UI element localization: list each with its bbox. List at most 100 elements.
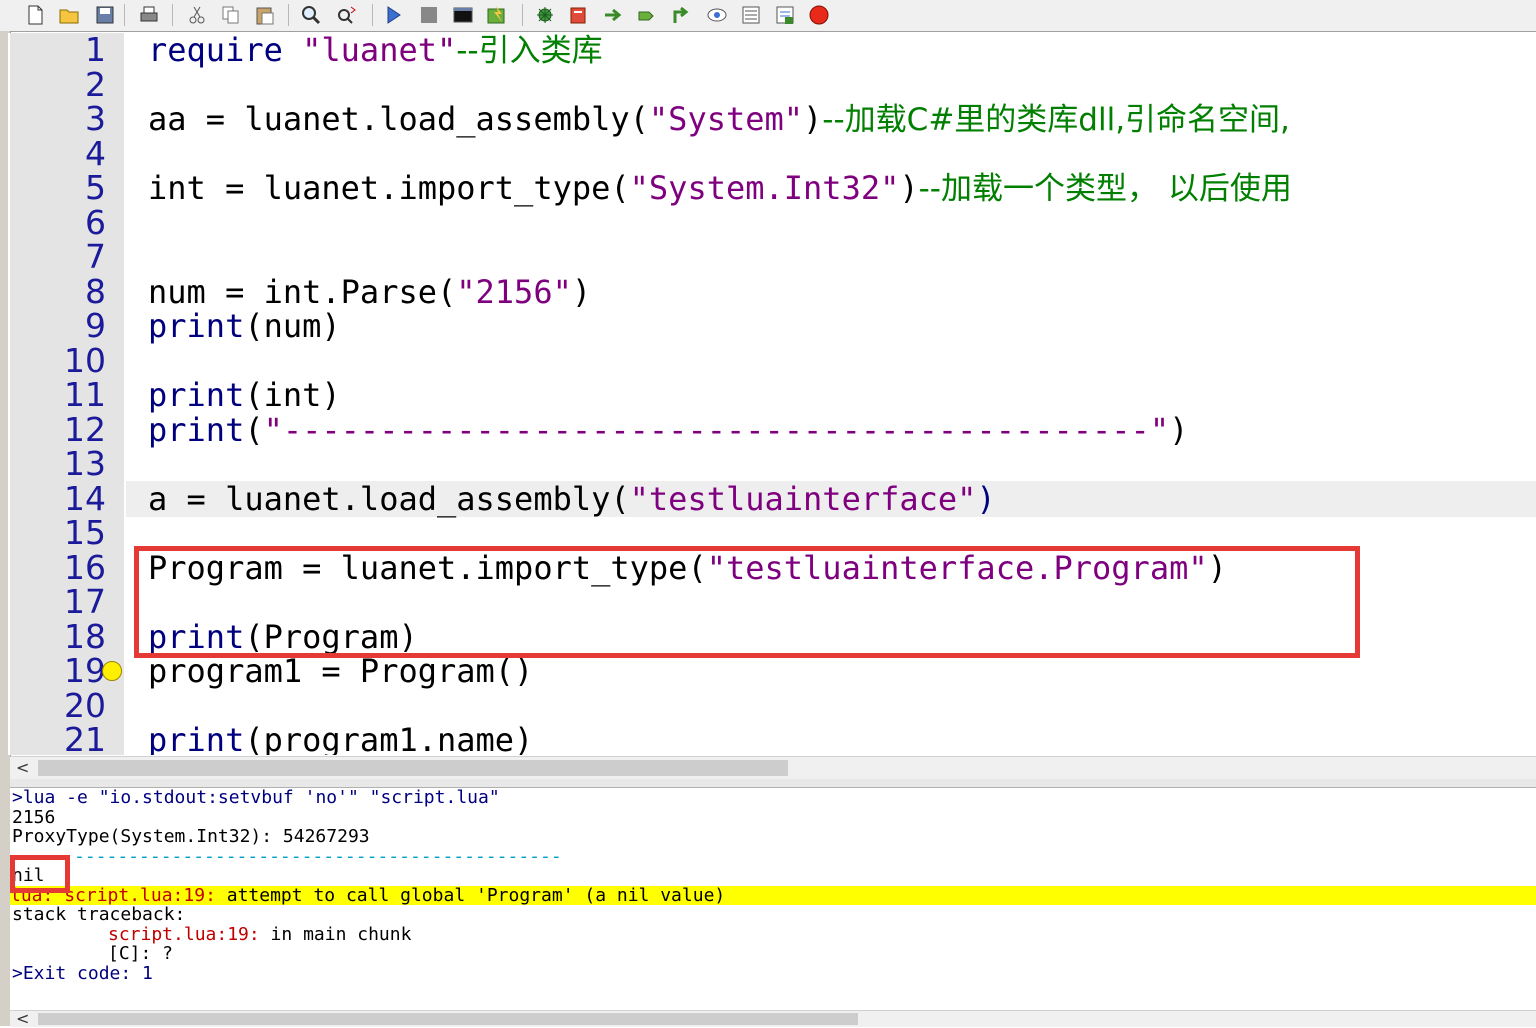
line-number: 9 xyxy=(85,306,106,345)
watch-icon[interactable] xyxy=(706,4,728,26)
highlight-annotation-box xyxy=(134,546,1360,658)
code-comment: --加载一个类型， 以后使用 xyxy=(918,171,1292,207)
code-line-12[interactable]: print("---------------------------------… xyxy=(148,413,1188,447)
code-line-14[interactable]: a = luanet.load_assembly("testluainterfa… xyxy=(148,482,996,516)
code-line-11[interactable]: print(int) xyxy=(148,378,341,412)
compile-icon[interactable] xyxy=(486,4,508,26)
toolbar xyxy=(0,0,1536,32)
output-line: ----------------------------------------… xyxy=(74,845,562,867)
find-icon[interactable] xyxy=(300,4,322,26)
print-icon[interactable] xyxy=(138,4,160,26)
line-number: 19 xyxy=(64,651,106,690)
pane-splitter[interactable] xyxy=(10,779,1536,788)
code-token: (program1.name) xyxy=(244,721,534,755)
code-keyword: print xyxy=(148,721,245,755)
scrollbar-thumb[interactable] xyxy=(38,1013,858,1025)
code-line-3[interactable]: aa = luanet.load_assembly("System")--加载C… xyxy=(148,102,1290,137)
line-number: 14 xyxy=(64,478,106,518)
copy-icon[interactable] xyxy=(220,4,242,26)
editor-horizontal-scrollbar[interactable]: < xyxy=(10,756,1536,779)
code-editor[interactable]: 1 2 3 4 5 6 7 8 9 10 11 12 13 14 15 16 1… xyxy=(8,33,1536,755)
code-string: "luanet" xyxy=(302,33,457,69)
code-token: (num) xyxy=(244,307,341,345)
scroll-left-arrow-icon[interactable]: < xyxy=(16,757,29,779)
code-token: (int) xyxy=(244,376,341,414)
code-token: = luanet.import_type( xyxy=(205,169,630,207)
cut-icon[interactable] xyxy=(186,4,208,26)
exit-code-line: >Exit code: 1 xyxy=(12,962,153,984)
open-folder-icon[interactable] xyxy=(58,4,80,26)
record-icon[interactable] xyxy=(808,4,830,26)
step-into-icon[interactable] xyxy=(636,4,658,26)
line-number: 8 xyxy=(85,271,106,311)
output-horizontal-scrollbar[interactable]: < xyxy=(10,1010,1536,1027)
output-icon[interactable] xyxy=(774,4,796,26)
code-token: ) xyxy=(1169,410,1189,449)
console-icon[interactable] xyxy=(452,4,474,26)
code-string: "System.Int32" xyxy=(629,169,900,207)
line-number: 3 xyxy=(85,99,106,138)
line-number: 16 xyxy=(64,547,106,587)
code-line-21[interactable]: print(program1.name) xyxy=(148,723,533,755)
line-number: 13 xyxy=(64,444,106,483)
error-message: attempt to call global 'Program' (a nil … xyxy=(215,884,726,906)
code-string: "2156" xyxy=(456,272,572,311)
code-comment: --加载C#里的类库dll,引命名空间, xyxy=(822,102,1290,138)
code-token: ) xyxy=(899,169,919,207)
code-token: a = luanet.load_assembly( xyxy=(148,479,630,518)
error-line: lua: script.lua:19: attempt to call glob… xyxy=(10,884,1536,906)
error-location: script.lua:19: xyxy=(64,884,216,906)
line-number: 4 xyxy=(85,133,106,173)
highlight-annotation-box xyxy=(10,855,70,893)
code-token: require xyxy=(148,33,303,69)
traceback-location: script.lua:19: xyxy=(108,923,260,945)
code-line-5[interactable]: int = luanet.import_type("System.Int32")… xyxy=(148,171,1292,206)
breakpoint-icon[interactable] xyxy=(568,4,590,26)
line-number: 2 xyxy=(85,64,106,104)
replace-icon[interactable] xyxy=(336,4,358,26)
line-number: 11 xyxy=(64,375,106,414)
code-token: aa = luanet.load_assembly( xyxy=(148,100,649,138)
code-string: "---------------------------------------… xyxy=(263,410,1170,449)
code-keyword: print xyxy=(148,376,245,414)
line-number-gutter: 1 2 3 4 5 6 7 8 9 10 11 12 13 14 15 16 1… xyxy=(10,33,124,755)
scrollbar-thumb[interactable] xyxy=(38,760,788,776)
line-number: 15 xyxy=(64,513,106,552)
line-number: 5 xyxy=(85,168,106,207)
line-number: 21 xyxy=(64,720,106,756)
output-line: >lua -e "io.stdout:setvbuf 'no'" "script… xyxy=(12,788,500,808)
line-number: 20 xyxy=(64,685,106,725)
step-over-icon[interactable] xyxy=(602,4,624,26)
scroll-left-arrow-icon[interactable]: < xyxy=(16,1011,29,1027)
code-line-19[interactable]: program1 = Program() xyxy=(148,654,533,688)
code-line-8[interactable]: num = int.Parse("2156") xyxy=(148,275,591,309)
code-string: "testluainterface" xyxy=(629,479,977,518)
line-number: 17 xyxy=(64,582,106,621)
stop-icon[interactable] xyxy=(418,4,440,26)
code-token: int xyxy=(148,169,206,207)
code-line-9[interactable]: print(num) xyxy=(148,309,341,343)
output-line: stack traceback: xyxy=(12,904,186,925)
code-line-1[interactable]: require "luanet"--引入类库 xyxy=(148,33,603,68)
line-number: 12 xyxy=(64,409,106,449)
code-token: ) xyxy=(571,272,592,311)
code-token: num = int.Parse( xyxy=(148,272,457,311)
output-pane[interactable]: >lua -e "io.stdout:setvbuf 'no'" "script… xyxy=(10,788,1536,1010)
debug-icon[interactable] xyxy=(534,4,556,26)
output-line: 2156 xyxy=(12,806,56,828)
output-command-args: "io.stdout:setvbuf 'no'" "script.lua" xyxy=(98,788,500,808)
breakpoint-marker-icon[interactable] xyxy=(102,661,122,681)
stack-icon[interactable] xyxy=(740,4,762,26)
code-token: ) xyxy=(803,100,823,138)
code-comment: --引入类库 xyxy=(456,33,603,69)
output-command: >lua -e xyxy=(12,788,99,808)
code-keyword: print xyxy=(148,410,245,449)
new-file-icon[interactable] xyxy=(24,4,46,26)
code-token: ) xyxy=(976,479,996,518)
save-icon[interactable] xyxy=(94,4,116,26)
paste-icon[interactable] xyxy=(254,4,276,26)
run-icon[interactable] xyxy=(382,4,404,26)
code-string: "System" xyxy=(648,100,804,138)
step-out-icon[interactable] xyxy=(670,4,692,26)
line-number: 10 xyxy=(64,340,106,380)
